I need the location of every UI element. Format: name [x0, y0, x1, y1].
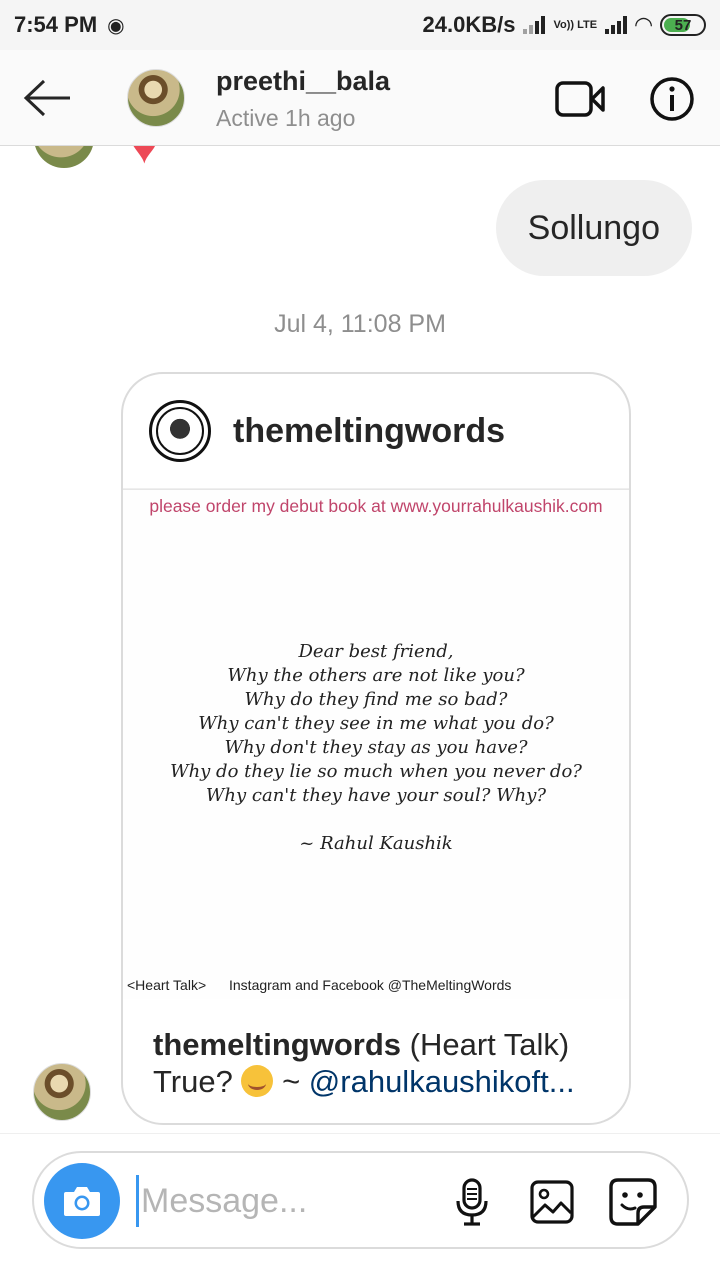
post-footer-tag: <Heart Talk>: [127, 977, 207, 993]
battery-icon: 57: [660, 14, 706, 36]
poem-line: Why can't they have your soul? Why?: [205, 785, 547, 806]
gallery-icon[interactable]: [529, 1179, 575, 1225]
post-account-name[interactable]: themeltingwords: [233, 412, 505, 451]
post-poem: Dear best friend, Why the others are not…: [123, 640, 629, 856]
post-account-avatar[interactable]: [149, 400, 211, 462]
volte-icon: Vo)) LTE: [553, 19, 598, 31]
signal-icon: [523, 16, 546, 34]
poem-line: Why don't they stay as you have?: [224, 737, 528, 758]
poem-signature: ~ Rahul Kaushik: [299, 833, 453, 854]
shared-post-card[interactable]: themeltingwords please order my debut bo…: [121, 372, 631, 1125]
smiling-face-emoji-icon: [241, 1065, 274, 1097]
contact-avatar[interactable]: [127, 69, 185, 127]
caption-line2-text: True?: [153, 1064, 242, 1099]
status-time: 7:54 PM: [14, 12, 98, 37]
poem-line: Why the others are not like you?: [227, 665, 525, 686]
battery-level: 57: [674, 16, 692, 34]
chat-header: preethi__bala Active 1h ago: [0, 50, 720, 146]
contact-username[interactable]: preethi__bala: [216, 66, 390, 97]
caption-text: (Heart Talk): [401, 1027, 570, 1062]
shared-post-header[interactable]: themeltingwords: [123, 374, 629, 489]
microphone-icon[interactable]: [452, 1177, 492, 1227]
post-promo-text: please order my debut book at www.yourra…: [149, 496, 603, 516]
contact-active-status: Active 1h ago: [216, 105, 356, 131]
sync-icon: ◉: [107, 14, 125, 37]
wifi-icon: ◠: [635, 12, 652, 37]
poem-line: Dear best friend,: [298, 641, 454, 662]
sticker-icon[interactable]: [608, 1177, 658, 1227]
poem-line: Why can't they see in me what you do?: [198, 713, 554, 734]
network-speed: 24.0KB/s: [422, 12, 516, 37]
message-composer: [32, 1151, 689, 1249]
status-bar: 7:54 PM ◉ 24.0KB/s Vo)) LTE ◠ 57: [0, 0, 720, 50]
sent-message-bubble[interactable]: Sollungo: [495, 180, 692, 276]
poem-line: Why do they lie so much when you never d…: [170, 761, 582, 782]
sender-avatar: [33, 1063, 91, 1121]
caption-username: themeltingwords: [153, 1027, 402, 1062]
info-icon[interactable]: [649, 76, 695, 122]
caption-line2-separator: ~: [273, 1064, 309, 1099]
post-caption: themeltingwords (Heart Talk) True? ~ @ra…: [153, 1026, 613, 1100]
composer-divider: [0, 1133, 720, 1134]
video-call-icon[interactable]: [555, 80, 605, 118]
camera-button[interactable]: [44, 1163, 120, 1239]
back-arrow-icon[interactable]: [22, 78, 72, 118]
caption-mention[interactable]: @rahulkaushikoft...: [309, 1064, 575, 1099]
shared-post-image[interactable]: please order my debut book at www.yourra…: [123, 489, 629, 999]
poem-line: Why do they find me so bad?: [244, 689, 508, 710]
message-timestamp: Jul 4, 11:08 PM: [274, 310, 446, 338]
message-input[interactable]: [136, 1175, 436, 1227]
signal-icon-2: [605, 16, 628, 34]
camera-icon: [64, 1187, 100, 1216]
post-footer-social: Instagram and Facebook @TheMeltingWords: [229, 977, 512, 993]
